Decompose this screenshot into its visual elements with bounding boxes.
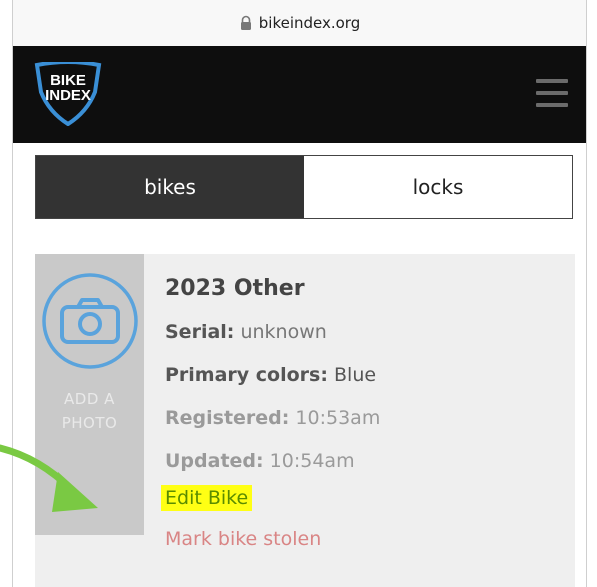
bike-index-logo[interactable]: BIKE INDEX: [33, 62, 103, 126]
colors-value: Blue: [334, 364, 377, 386]
colors-row: Primary colors: Blue: [165, 363, 380, 387]
url-text: bikeindex.org: [258, 14, 361, 32]
updated-row: Updated: 10:54am: [165, 449, 380, 473]
serial-value: unknown: [240, 321, 327, 343]
updated-value: 10:54am: [269, 450, 355, 472]
tab-bikes[interactable]: bikes: [36, 156, 304, 218]
site-header: BIKE INDEX: [13, 46, 586, 143]
green-arrow-icon: [0, 444, 98, 512]
registered-label: Registered:: [165, 407, 290, 429]
browser-address-bar[interactable]: bikeindex.org: [13, 0, 586, 47]
registered-value: 10:53am: [295, 407, 381, 429]
camera-icon: [42, 273, 138, 369]
bike-details: 2023 Other Serial: unknown Primary color…: [161, 276, 380, 551]
tab-switcher: bikes locks: [35, 155, 573, 219]
colors-label: Primary colors:: [165, 364, 328, 386]
mark-stolen-link[interactable]: Mark bike stolen: [165, 527, 380, 551]
logo-text-line2: INDEX: [45, 87, 91, 104]
bike-title[interactable]: 2023 Other: [165, 276, 380, 302]
edit-bike-link[interactable]: Edit Bike: [161, 485, 253, 511]
registered-row: Registered: 10:53am: [165, 406, 380, 430]
tab-locks[interactable]: locks: [304, 156, 572, 218]
hamburger-menu-icon[interactable]: [536, 79, 568, 109]
serial-label: Serial:: [165, 321, 235, 343]
updated-label: Updated:: [165, 450, 264, 472]
lock-icon: [240, 15, 251, 30]
serial-row: Serial: unknown: [165, 320, 380, 344]
